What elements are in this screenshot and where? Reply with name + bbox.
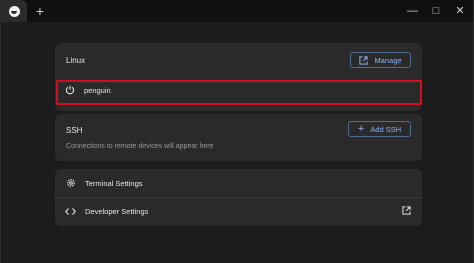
new-tab-button[interactable]: + [32,2,48,20]
terminal-settings-label: Terminal Settings [85,179,143,188]
plus-icon: + [357,123,365,135]
gear-icon [67,179,75,187]
add-ssh-button[interactable]: + Add SSH [348,121,411,137]
maximize-button[interactable]: □ [431,3,441,19]
open-external-icon [402,206,411,215]
terminal-window: + — □ ✕ Linux Manage penguin SSH + Add S… [0,0,474,263]
developer-settings-row[interactable]: Developer Settings [55,198,422,226]
close-button[interactable]: ✕ [455,3,465,19]
open-external-icon [359,55,369,65]
developer-settings-label: Developer Settings [85,207,149,216]
minimize-button[interactable]: — [407,3,418,19]
tab-bar: + — □ ✕ [1,0,473,22]
add-ssh-button-label: Add SSH [370,124,402,134]
ssh-section-title: SSH [66,126,83,135]
manage-button-label: Manage [374,55,402,65]
manage-button[interactable]: Manage [350,52,411,68]
linux-section-title: Linux [66,56,86,65]
selection-highlight [56,80,422,105]
ssh-section: SSH + Add SSH Connections to remote devi… [55,114,422,161]
terminal-settings-row[interactable]: Terminal Settings [55,169,422,197]
ssh-empty-text: Connections to remote devices will appea… [66,143,214,150]
tab-terminal-home[interactable] [1,0,27,22]
code-icon [65,208,76,215]
window-controls: — □ ✕ [407,3,465,19]
terminal-app-icon [8,5,20,17]
settings-section: Terminal Settings Developer Settings [55,169,422,226]
